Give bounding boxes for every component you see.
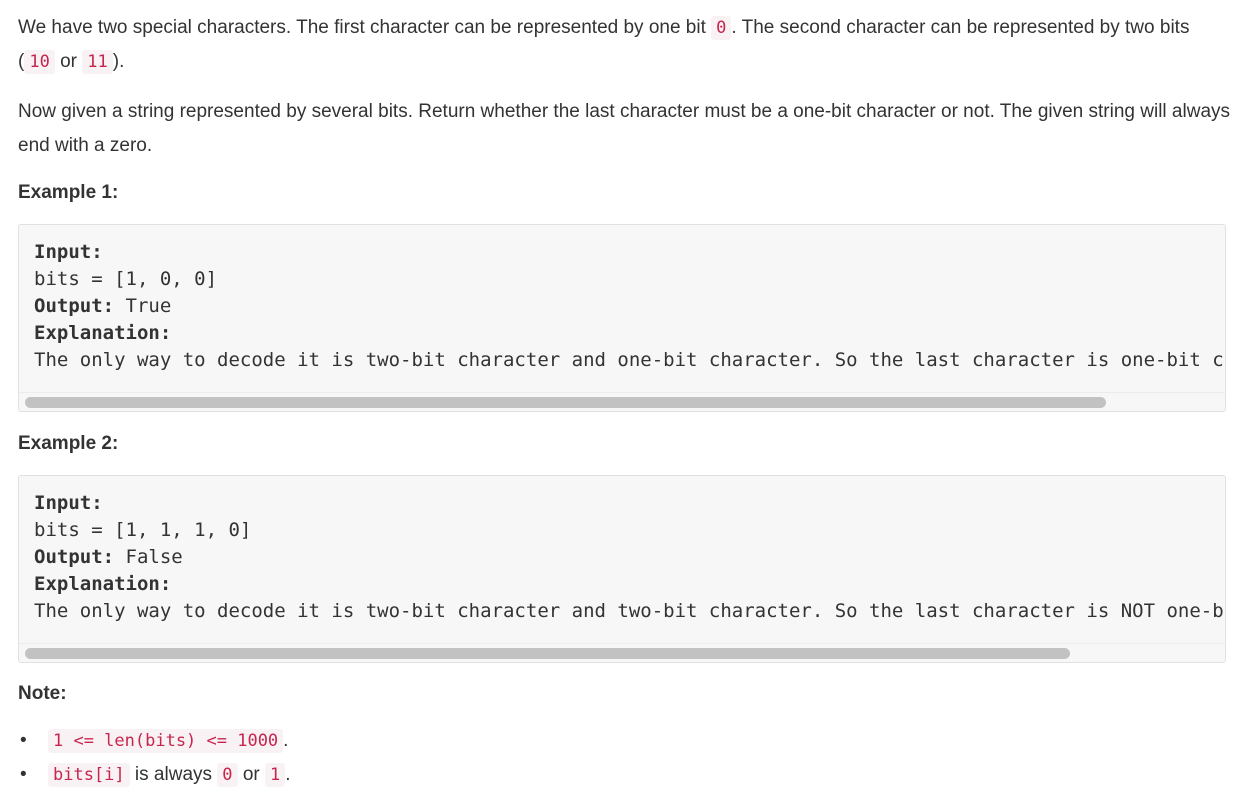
output-value: True: [114, 295, 172, 317]
output-label: Output:: [34, 295, 115, 317]
scrollbar-thumb[interactable]: [25, 397, 1106, 408]
note-heading: Note:: [18, 683, 67, 704]
bullet-icon: •: [20, 764, 27, 785]
intro-paragraph-1: We have two special characters. The firs…: [18, 11, 1230, 79]
intro-text: We have two special characters. The firs…: [18, 17, 712, 38]
example-1-code-block: Input: bits = [1, 0, 0] Output: True Exp…: [18, 224, 1226, 412]
intro-paragraph-2: Now given a string represented by severa…: [18, 101, 1231, 156]
list-item: • 1 <= len(bits) <= 1000.: [18, 724, 291, 758]
output-value: False: [114, 546, 183, 568]
inline-code: 0: [711, 16, 732, 40]
list-item: • bits[i] is always 0 or 1.: [18, 758, 291, 792]
horizontal-scrollbar[interactable]: [19, 392, 1225, 411]
inline-code: bits[i]: [48, 763, 130, 787]
output-label: Output:: [34, 546, 115, 568]
intro-text: or: [54, 51, 83, 72]
note-text: or: [237, 764, 265, 785]
inline-code: 0: [217, 763, 238, 787]
example-2-code-block: Input: bits = [1, 1, 1, 0] Output: False…: [18, 475, 1226, 663]
inline-code: 11: [82, 50, 113, 74]
note-list: • 1 <= len(bits) <= 1000. • bits[i] is alw…: [18, 724, 291, 792]
example-2-code: Input: bits = [1, 1, 1, 0] Output: False…: [34, 490, 1224, 625]
input-value: bits = [1, 0, 0]: [34, 268, 218, 290]
inline-code: 1: [265, 763, 286, 787]
explanation-label: Explanation:: [34, 573, 172, 595]
note-text: is always: [129, 764, 218, 785]
scrollbar-thumb[interactable]: [25, 648, 1070, 659]
example-2-heading: Example 2:: [18, 433, 119, 454]
explanation-text: The only way to decode it is two-bit cha…: [34, 600, 1224, 622]
inline-code: 10: [24, 50, 55, 74]
example-1-heading: Example 1:: [18, 182, 119, 203]
input-value: bits = [1, 1, 1, 0]: [34, 519, 252, 541]
inline-code: 1 <= len(bits) <= 1000: [48, 729, 284, 753]
problem-description: We have two special characters. The firs…: [0, 0, 1240, 804]
input-label: Input:: [34, 241, 103, 263]
example-1-code: Input: bits = [1, 0, 0] Output: True Exp…: [34, 239, 1224, 374]
horizontal-scrollbar[interactable]: [19, 643, 1225, 662]
intro-text: ).: [112, 51, 125, 72]
input-label: Input:: [34, 492, 103, 514]
explanation-label: Explanation:: [34, 322, 172, 344]
bullet-icon: •: [20, 730, 27, 751]
note-text: .: [285, 764, 291, 785]
note-text: .: [283, 730, 289, 751]
explanation-text: The only way to decode it is two-bit cha…: [34, 349, 1224, 371]
